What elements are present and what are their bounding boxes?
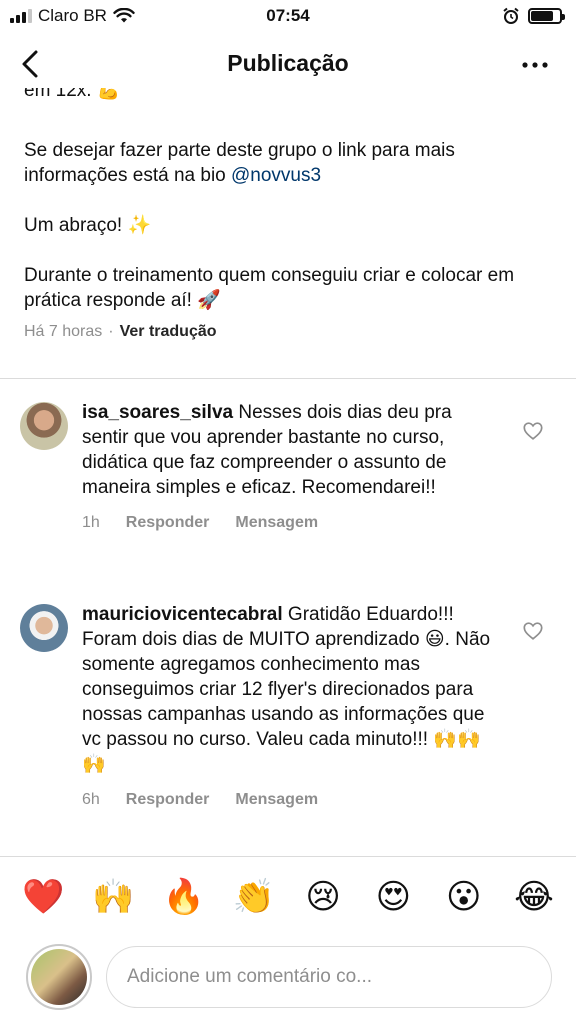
post-meta: Há 7 horas · Ver tradução [24, 319, 544, 344]
see-translation-button[interactable]: Ver tradução [120, 323, 217, 340]
comment-body: isa_soares_silva Nesses dois dias deu pr… [82, 400, 492, 535]
post-caption: em 12x. 💪 Se desejar fazer parte deste g… [24, 88, 544, 344]
caption-clipped-line: em 12x. 💪 [24, 88, 121, 101]
more-options-button[interactable] [520, 50, 550, 80]
comment-text-block: isa_soares_silva Nesses dois dias deu pr… [82, 400, 492, 500]
message-button[interactable]: Mensagem [235, 510, 318, 535]
clock: 07:54 [266, 6, 310, 25]
comment-time: 6h [82, 791, 100, 808]
status-right [502, 7, 565, 25]
emoji-crying-button[interactable]: 😢 [303, 877, 343, 917]
avatar[interactable] [20, 604, 68, 652]
nav-bar: Publicação [0, 36, 576, 92]
comment-username[interactable]: mauriciovicentecabral [82, 604, 283, 625]
avatar[interactable] [20, 402, 68, 450]
emoji-heart-eyes-button[interactable]: 😍 [373, 877, 413, 917]
emoji-clap-button[interactable]: 👏 [233, 877, 275, 917]
emoji-surprised-button[interactable]: 😮 [444, 877, 484, 917]
emoji-heart-button[interactable]: ❤️ [22, 877, 64, 917]
caption-paragraph-question: Durante o treinamento quem conseguiu cri… [24, 265, 515, 311]
reply-button[interactable]: Responder [126, 787, 210, 812]
page-title: Publicação [227, 50, 349, 76]
emoji-quick-reactions: ❤️ 🙌 🔥 👏 😢 😍 😮 😂 [0, 872, 576, 922]
comment-username[interactable]: isa_soares_silva [82, 402, 233, 423]
reply-button[interactable]: Responder [126, 510, 210, 535]
emoji-laughing-button[interactable]: 😂 [514, 877, 554, 917]
comment-time: 1h [82, 514, 100, 531]
post-time: Há 7 horas [24, 323, 103, 340]
comment-actions: 1h Responder Mensagem [82, 510, 492, 535]
divider [0, 378, 576, 379]
more-horizontal-icon [522, 62, 548, 68]
comment-text: Gratidão Eduardo!!! Foram dois dias de M… [82, 604, 491, 775]
avatar [26, 944, 92, 1010]
emoji-raising-hands-button[interactable]: 🙌 [92, 877, 134, 917]
heart-outline-icon[interactable] [522, 620, 544, 642]
heart-outline-icon[interactable] [522, 420, 544, 442]
battery-icon [528, 8, 565, 24]
comment-body: mauriciovicentecabral Gratidão Eduardo!!… [82, 602, 492, 812]
alarm-clock-icon [503, 7, 519, 24]
message-button[interactable]: Mensagem [235, 787, 318, 812]
divider [0, 856, 576, 857]
emoji-fire-button[interactable]: 🔥 [163, 877, 205, 917]
mention-link[interactable]: @novvus3 [231, 165, 321, 186]
comment-actions: 6h Responder Mensagem [82, 787, 492, 812]
status-bar: Claro BR 07:54 [0, 0, 576, 34]
caption-paragraph-greeting: Um abraço! ✨ [24, 215, 152, 236]
comment-text-block: mauriciovicentecabral Gratidão Eduardo!!… [82, 602, 492, 777]
meta-separator: · [108, 323, 114, 340]
comment-composer: Adicione um comentário co... [0, 944, 576, 1012]
caption-paragraph-group: Se desejar fazer parte deste grupo o lin… [24, 140, 455, 186]
comment-input[interactable]: Adicione um comentário co... [106, 946, 552, 1008]
